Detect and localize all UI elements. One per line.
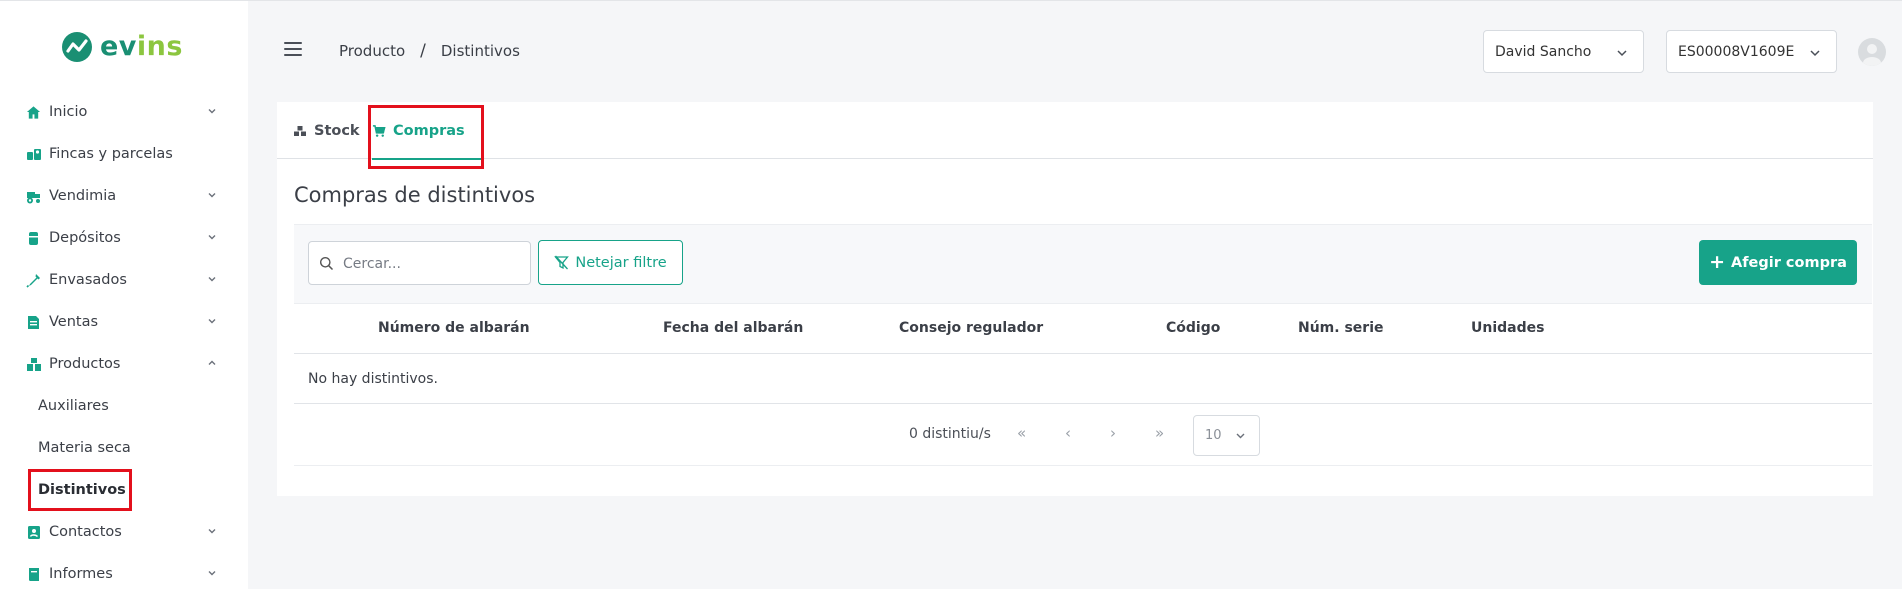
avatar[interactable] xyxy=(1858,38,1886,66)
chevron-down-icon xyxy=(208,235,216,240)
page-title: Compras de distintivos xyxy=(294,183,536,207)
tab-stock[interactable]: Stock xyxy=(293,102,360,159)
column-header[interactable]: Núm. serie xyxy=(1298,320,1384,336)
stock-icon xyxy=(293,124,307,138)
boxes-icon xyxy=(25,356,42,373)
sidebar-item-productos[interactable]: Productos xyxy=(0,343,248,385)
sidebar-item-label: Ventas xyxy=(49,314,99,330)
chevron-down-icon xyxy=(1810,50,1820,57)
search-input[interactable] xyxy=(343,252,523,276)
tab-label: Compras xyxy=(393,122,465,139)
prev-page-icon[interactable]: ‹ xyxy=(1065,424,1071,442)
sidebar-subitem-materia-seca[interactable]: Materia seca xyxy=(0,427,248,469)
tab-bar: Stock Compras xyxy=(277,102,1873,169)
chevron-down-icon xyxy=(208,319,216,324)
empty-table-message: No hay distintivos. xyxy=(294,354,1872,404)
sidebar-subitem-label: Materia seca xyxy=(38,440,131,456)
code-select[interactable]: ES00008V1609E xyxy=(1666,30,1837,73)
pagination: 0 distintiu/s « ‹ › » 10 xyxy=(294,404,1872,466)
purchases-table: Número de albarán Fecha del albarán Cons… xyxy=(294,304,1872,466)
search-icon xyxy=(320,257,334,271)
page-size-select[interactable]: 10 xyxy=(1193,415,1260,456)
table-header: Número de albarán Fecha del albarán Cons… xyxy=(294,304,1872,354)
invoice-icon xyxy=(25,314,42,331)
tank-icon xyxy=(25,230,42,247)
column-header[interactable]: Número de albarán xyxy=(378,320,530,336)
column-header[interactable]: Consejo regulador xyxy=(899,320,1043,336)
sidebar-item-label: Contactos xyxy=(49,524,122,540)
sidebar-item-label: Depósitos xyxy=(49,230,121,246)
book-icon xyxy=(25,566,42,583)
home-icon xyxy=(25,104,42,121)
breadcrumb: Producto / Distintivos xyxy=(339,41,520,61)
first-page-icon[interactable]: « xyxy=(1017,424,1026,442)
column-header[interactable]: Código xyxy=(1166,320,1220,336)
sidebar-item-informes[interactable]: Informes xyxy=(0,553,248,589)
chevron-down-icon xyxy=(208,529,216,534)
table-toolbar: Netejar filtre + Afegir compra xyxy=(294,224,1872,304)
sidebar-nav: Inicio Fincas y parcelas Vendimia Depósi… xyxy=(0,91,248,589)
plus-icon: + xyxy=(1709,251,1725,273)
breadcrumb-item[interactable]: Producto xyxy=(339,42,405,60)
contact-icon xyxy=(25,524,42,541)
next-page-icon[interactable]: › xyxy=(1110,424,1116,442)
breadcrumb-separator: / xyxy=(420,41,426,61)
evins-logo[interactable]: evins xyxy=(62,32,183,62)
sidebar: evins Inicio Fincas y parcelas Vendimia … xyxy=(0,1,248,589)
sidebar-item-label: Fincas y parcelas xyxy=(49,146,173,162)
sidebar-subitem-distintivos[interactable]: Distintivos xyxy=(0,469,248,511)
breadcrumb-current: Distintivos xyxy=(440,42,520,60)
sidebar-item-envasados[interactable]: Envasados xyxy=(0,259,248,301)
user-select-value: David Sancho xyxy=(1495,43,1592,60)
code-select-value: ES00008V1609E xyxy=(1678,43,1795,60)
chevron-down-icon xyxy=(208,109,216,114)
sidebar-item-label: Vendimia xyxy=(49,188,117,204)
sidebar-item-label: Envasados xyxy=(49,272,127,288)
tractor-icon xyxy=(25,188,42,205)
main-card: Stock Compras Compras de distintivos Net… xyxy=(277,102,1873,496)
bottle-icon xyxy=(25,272,42,289)
chevron-up-icon xyxy=(208,360,216,365)
user-select[interactable]: David Sancho xyxy=(1483,30,1644,73)
sidebar-subitem-label: Auxiliares xyxy=(38,398,109,414)
sidebar-item-ventas[interactable]: Ventas xyxy=(0,301,248,343)
clear-filter-label: Netejar filtre xyxy=(575,254,667,271)
column-header[interactable]: Fecha del albarán xyxy=(663,320,803,336)
last-page-icon[interactable]: » xyxy=(1155,424,1164,442)
hamburger-menu-icon[interactable] xyxy=(284,42,302,56)
parcels-icon xyxy=(25,146,42,163)
chevron-down-icon xyxy=(208,571,216,576)
logo-mark-icon xyxy=(62,32,92,62)
chevron-down-icon xyxy=(1236,433,1245,439)
sidebar-item-label: Inicio xyxy=(49,104,88,120)
logo-text: evins xyxy=(100,31,183,62)
page-size-value: 10 xyxy=(1205,428,1222,443)
sidebar-item-contactos[interactable]: Contactos xyxy=(0,511,248,553)
record-count: 0 distintiu/s xyxy=(909,426,991,442)
sidebar-item-inicio[interactable]: Inicio xyxy=(0,91,248,133)
sidebar-subitem-label: Distintivos xyxy=(38,482,126,498)
filter-clear-icon xyxy=(554,255,570,270)
chevron-down-icon xyxy=(208,193,216,198)
sidebar-item-depositos[interactable]: Depósitos xyxy=(0,217,248,259)
cart-icon xyxy=(372,124,386,138)
chevron-down-icon xyxy=(1617,50,1627,57)
add-purchase-label: Afegir compra xyxy=(1731,254,1847,271)
chevron-down-icon xyxy=(208,277,216,282)
sidebar-item-label: Productos xyxy=(49,356,121,372)
tab-label: Stock xyxy=(314,122,360,139)
sidebar-item-vendimia[interactable]: Vendimia xyxy=(0,175,248,217)
add-purchase-button[interactable]: + Afegir compra xyxy=(1699,240,1857,285)
column-header[interactable]: Unidades xyxy=(1471,320,1544,336)
sidebar-item-label: Informes xyxy=(49,566,113,582)
search-box xyxy=(308,241,531,285)
sidebar-subitem-auxiliares[interactable]: Auxiliares xyxy=(0,385,248,427)
top-header: Producto / Distintivos David Sancho ES00… xyxy=(248,1,1902,101)
tab-compras[interactable]: Compras xyxy=(372,102,481,160)
sidebar-item-fincas[interactable]: Fincas y parcelas xyxy=(0,133,248,175)
clear-filter-button[interactable]: Netejar filtre xyxy=(538,240,683,285)
